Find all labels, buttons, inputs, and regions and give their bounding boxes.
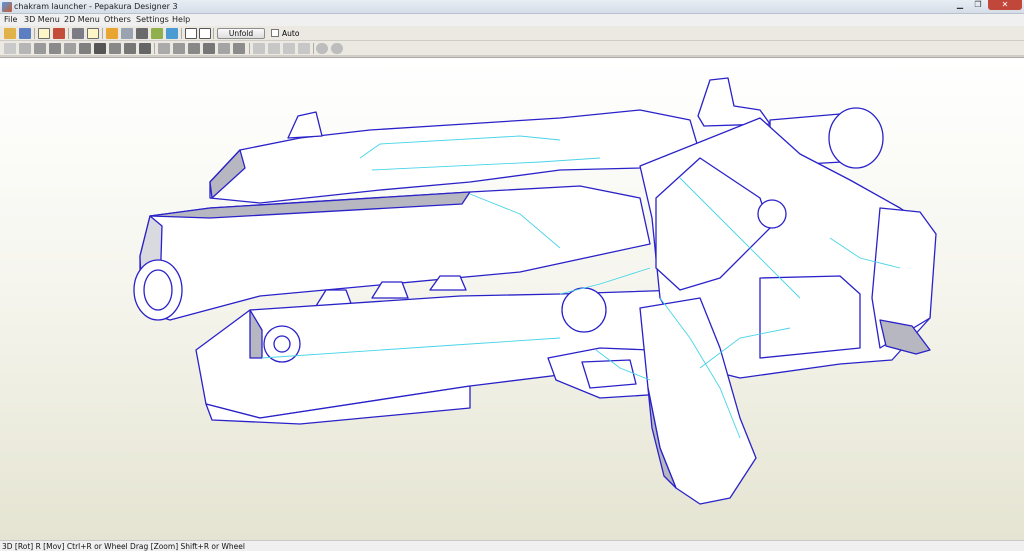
cube-icon[interactable] [72, 28, 84, 39]
auto-label: Auto [282, 29, 300, 38]
status-text: 3D [Rot] R [Mov] Ctrl+R or Wheel Drag [Z… [2, 542, 245, 551]
parts-icon[interactable] [79, 43, 91, 54]
maximize-button[interactable]: ❐ [970, 0, 986, 10]
title-bar: chakram launcher - Pepakura Designer 3 ▁… [0, 0, 1024, 14]
edit-icon[interactable] [49, 43, 61, 54]
align-top-icon[interactable] [298, 43, 310, 54]
top-rail [209, 109, 701, 204]
print-icon[interactable] [4, 43, 16, 54]
shaded-icon[interactable] [87, 28, 99, 39]
layout-icon-4[interactable] [233, 43, 245, 54]
pencil-icon[interactable] [106, 28, 118, 39]
model-render [133, 77, 937, 505]
split-icon[interactable] [109, 43, 121, 54]
texture-icon[interactable] [53, 28, 65, 39]
rotate-icon[interactable] [94, 43, 106, 54]
menu-bar: File 3D Menu 2D Menu Others Settings Hel… [0, 14, 1024, 26]
menu-3d[interactable]: 3D Menu [24, 15, 60, 24]
move-icon[interactable] [136, 28, 148, 39]
window-title: chakram launcher - Pepakura Designer 3 [14, 2, 178, 11]
align-center-icon[interactable] [268, 43, 280, 54]
menu-others[interactable]: Others [104, 15, 131, 24]
align-left-icon[interactable] [253, 43, 265, 54]
grid-icon[interactable] [64, 43, 76, 54]
close-button[interactable]: ✕ [988, 0, 1022, 10]
trigger-guard-hole [581, 359, 637, 389]
select-face-icon[interactable] [124, 43, 136, 54]
layout-icon-3[interactable] [218, 43, 230, 54]
layout-icon[interactable] [188, 43, 200, 54]
cylinder-icon[interactable] [121, 28, 133, 39]
muzzle-bore [143, 269, 173, 311]
open-icon[interactable] [4, 28, 16, 39]
light-icon[interactable] [151, 28, 163, 39]
minimize-button[interactable]: ▁ [952, 0, 968, 10]
secondary-toolbar [0, 41, 1024, 56]
view-icon[interactable] [166, 28, 178, 39]
align-right-icon[interactable] [283, 43, 295, 54]
menu-settings[interactable]: Settings [136, 15, 169, 24]
save-icon[interactable] [19, 28, 31, 39]
single-window-icon[interactable] [185, 28, 197, 39]
zoom-out-icon[interactable] [331, 43, 343, 54]
front-sight [287, 111, 323, 139]
unfold-button[interactable]: Unfold [217, 28, 265, 39]
flaps-icon[interactable] [34, 43, 46, 54]
join-icon[interactable] [19, 43, 31, 54]
select-icon[interactable] [38, 28, 50, 39]
dual-window-icon[interactable] [199, 28, 211, 39]
receiver-panel [759, 275, 861, 359]
app-icon [2, 2, 12, 12]
menu-help[interactable]: Help [172, 15, 190, 24]
side-joint [561, 287, 607, 333]
menu-file[interactable]: File [4, 15, 17, 24]
zoom-in-icon[interactable] [316, 43, 328, 54]
scope-lens [828, 107, 884, 169]
delete-icon[interactable] [173, 43, 185, 54]
flip-icon[interactable] [158, 43, 170, 54]
edge-id-icon[interactable] [139, 43, 151, 54]
main-toolbar: Unfold Auto [0, 26, 1024, 41]
receiver-joint [757, 199, 787, 229]
lower-barrel-joint-inner [273, 335, 291, 353]
menu-2d[interactable]: 2D Menu [64, 15, 100, 24]
status-bar: 3D [Rot] R [Mov] Ctrl+R or Wheel Drag [Z… [0, 540, 1024, 551]
layout-icon-2[interactable] [203, 43, 215, 54]
3d-viewport[interactable] [0, 57, 1024, 540]
auto-checkbox[interactable] [271, 29, 279, 37]
